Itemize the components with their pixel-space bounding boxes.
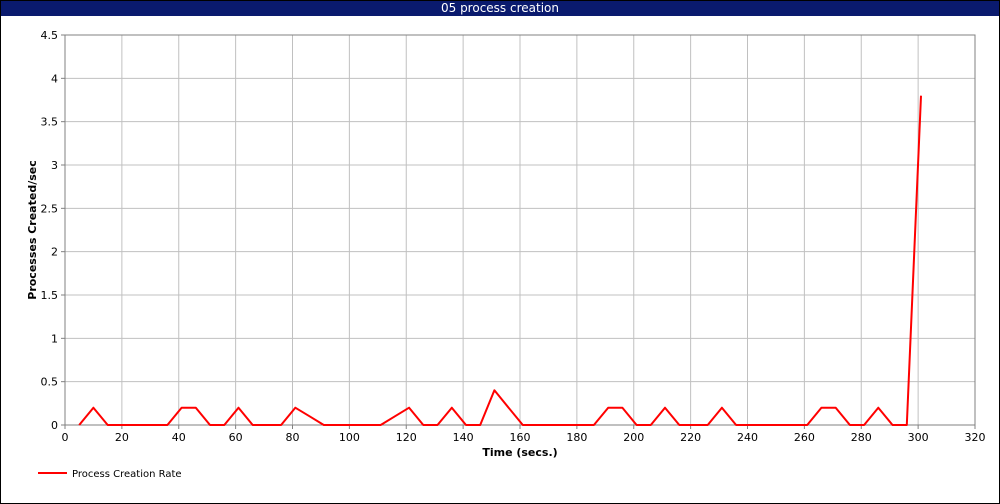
- x-tick-label: 60: [229, 431, 243, 444]
- x-tick-label: 140: [453, 431, 474, 444]
- x-tick-label: 80: [286, 431, 300, 444]
- y-tick-label: 4: [51, 72, 58, 85]
- chart-svg: 0 20 40 60 80 100 120 140 160 180 200 220 240 260 280 3…: [26, 29, 986, 480]
- y-tick-label: 1: [51, 332, 58, 345]
- y-axis: 0 0.5 1 1.5 2 2.5 3 3.5 4 4.5: [41, 29, 65, 432]
- x-tick-label: 220: [680, 431, 701, 444]
- x-tick-label: 280: [851, 431, 872, 444]
- x-tick-label: 40: [172, 431, 186, 444]
- x-axis-title: Time (secs.): [482, 446, 557, 459]
- y-axis-title: Processes Created/sec: [26, 160, 39, 299]
- y-tick-label: 0: [51, 419, 58, 432]
- x-tick-label: 260: [794, 431, 815, 444]
- x-tick-label: 120: [396, 431, 417, 444]
- x-tick-label: 300: [908, 431, 929, 444]
- x-tick-label: 20: [115, 431, 129, 444]
- y-tick-label: 4.5: [41, 29, 59, 42]
- x-tick-label: 160: [510, 431, 531, 444]
- x-tick-label: 180: [566, 431, 587, 444]
- y-tick-label: 0.5: [41, 376, 59, 389]
- x-axis: 0 20 40 60 80 100 120 140 160 180 200 220 240 260 280 3…: [62, 425, 986, 444]
- y-tick-label: 1.5: [41, 289, 59, 302]
- y-tick-label: 3: [51, 159, 58, 172]
- x-tick-label: 200: [623, 431, 644, 444]
- x-tick-label: 100: [339, 431, 360, 444]
- x-tick-label: 320: [965, 431, 986, 444]
- x-tick-label: 0: [62, 431, 69, 444]
- y-tick-label: 3.5: [41, 116, 59, 129]
- y-tick-label: 2: [51, 246, 58, 259]
- x-tick-label: 240: [737, 431, 758, 444]
- y-tick-label: 2.5: [41, 202, 59, 215]
- legend-label: Process Creation Rate: [72, 469, 182, 480]
